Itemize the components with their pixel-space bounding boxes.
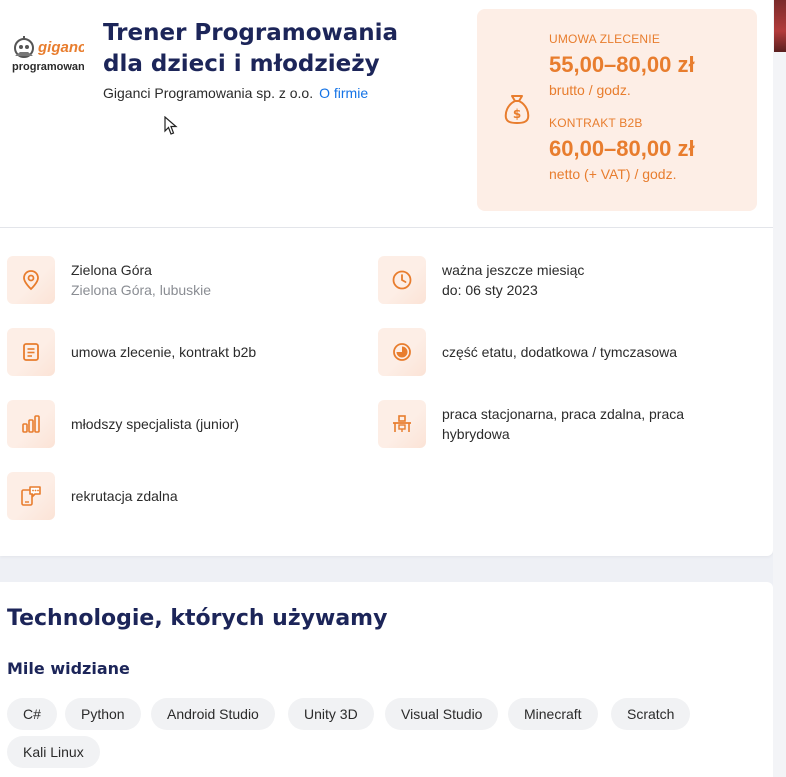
work-mode-text: praca stacjonarna, praca zdalna, praca h… bbox=[442, 406, 685, 442]
nice-to-have-heading: Mile widziane bbox=[7, 659, 130, 678]
worktime-text: część etatu, dodatkowa / tymczasowa bbox=[442, 344, 677, 360]
about-company-link[interactable]: O firmie bbox=[319, 85, 368, 101]
money-bag-icon: $ bbox=[504, 95, 530, 125]
company-logo[interactable]: giganci programowania bbox=[10, 34, 95, 76]
remote-chat-icon bbox=[7, 472, 55, 520]
company-line: Giganci Programowania sp. z o.o. O firmie bbox=[103, 85, 368, 101]
detail-recruitment: rekrutacja zdalna bbox=[7, 472, 178, 520]
detail-work-mode: praca stacjonarna, praca zdalna, praca h… bbox=[378, 400, 712, 448]
company-logo-image: giganci programowania bbox=[12, 36, 95, 73]
detail-location: Zielona Góra Zielona Góra, lubuskie bbox=[7, 256, 211, 304]
tech-chip: Android Studio bbox=[151, 698, 275, 730]
salary-unit: netto (+ VAT) / godz. bbox=[549, 166, 677, 182]
validity-date: do: 06 sty 2023 bbox=[442, 282, 538, 298]
detail-level: młodszy specjalista (junior) bbox=[7, 400, 239, 448]
svg-text:programowania: programowania bbox=[12, 61, 84, 73]
validity-text: ważna jeszcze miesiąc bbox=[442, 262, 585, 278]
svg-text:giganci: giganci bbox=[37, 39, 84, 56]
tech-chip: Scratch bbox=[611, 698, 691, 730]
salary-type: KONTRAKT B2B bbox=[549, 116, 643, 130]
header-divider bbox=[0, 227, 773, 228]
technologies-heading: Technologie, których używamy bbox=[7, 606, 388, 631]
tech-chip: Minecraft bbox=[508, 698, 598, 730]
tech-chip: C# bbox=[7, 698, 57, 730]
salary-amount: 60,00–80,00 zł bbox=[549, 136, 695, 161]
clock-icon bbox=[378, 256, 426, 304]
salary-umowa-zlecenie: UMOWA ZLECENIE 55,00–80,00 zł brutto / g… bbox=[549, 32, 695, 98]
mouse-cursor-icon bbox=[164, 116, 178, 135]
tech-chip: Visual Studio bbox=[385, 698, 499, 730]
tech-chip: Unity 3D bbox=[288, 698, 374, 730]
tech-chip: Python bbox=[65, 698, 141, 730]
salary-box: $ UMOWA ZLECENIE 55,00–80,00 zł brutto /… bbox=[477, 9, 757, 211]
salary-kontrakt-b2b: KONTRAKT B2B 60,00–80,00 zł netto (+ VAT… bbox=[549, 116, 695, 182]
tech-chip: Kali Linux bbox=[7, 736, 100, 768]
page-right-edge bbox=[773, 0, 786, 777]
document-icon bbox=[7, 328, 55, 376]
desk-icon bbox=[378, 400, 426, 448]
pie-chart-icon bbox=[378, 328, 426, 376]
salary-amount: 55,00–80,00 zł bbox=[549, 52, 695, 77]
bar-chart-icon bbox=[7, 400, 55, 448]
salary-unit: brutto / godz. bbox=[549, 82, 631, 98]
location-city: Zielona Góra bbox=[71, 262, 152, 278]
contract-text: umowa zlecenie, kontrakt b2b bbox=[71, 344, 257, 360]
detail-worktime: część etatu, dodatkowa / tymczasowa bbox=[378, 328, 677, 376]
detail-validity: ważna jeszcze miesiąc do: 06 sty 2023 bbox=[378, 256, 584, 304]
company-name: Giganci Programowania sp. z o.o. bbox=[103, 85, 314, 101]
location-pin-icon bbox=[7, 256, 55, 304]
location-region: Zielona Góra, lubuskie bbox=[71, 282, 212, 298]
job-title: Trener Programowania dla dzieci i młodzi… bbox=[103, 20, 399, 77]
detail-contract: umowa zlecenie, kontrakt b2b bbox=[7, 328, 256, 376]
side-image bbox=[774, 0, 786, 52]
salary-type: UMOWA ZLECENIE bbox=[549, 32, 661, 46]
level-text: młodszy specjalista (junior) bbox=[71, 416, 240, 432]
recruitment-text: rekrutacja zdalna bbox=[71, 488, 178, 504]
svg-text:$: $ bbox=[513, 107, 521, 121]
